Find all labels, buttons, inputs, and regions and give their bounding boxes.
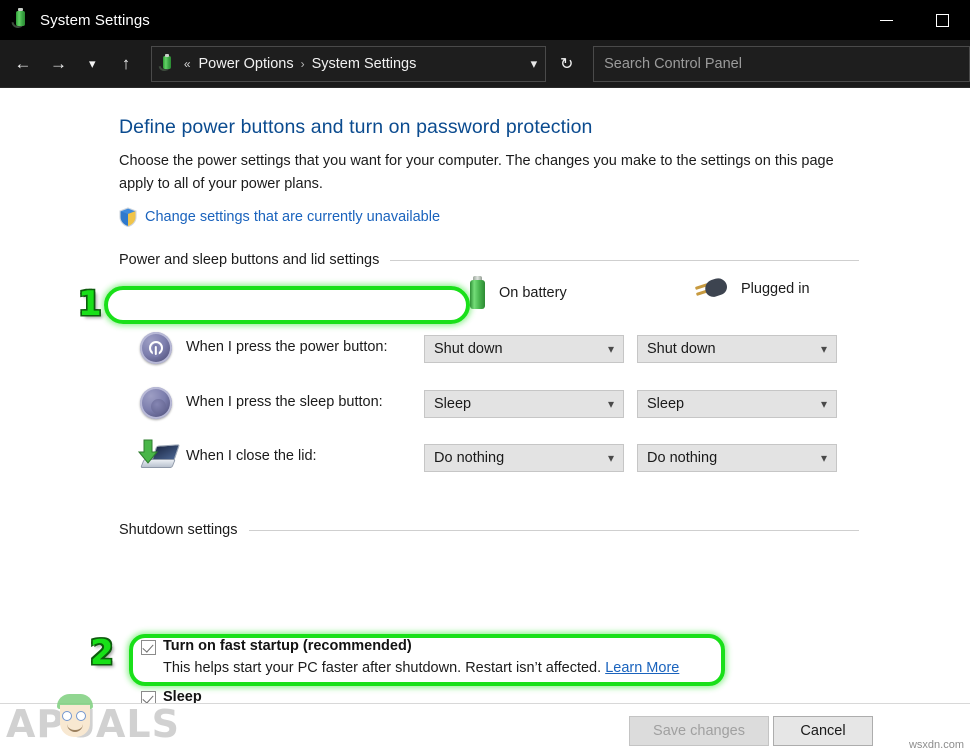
combo-sleep-button-on-battery[interactable]: Sleep ▾ — [424, 390, 624, 418]
page-description: Choose the power settings that you want … — [119, 150, 849, 196]
column-header-on-battery: On battery — [469, 276, 567, 310]
navigation-bar: ← → ▾ ↑ « Power Options › System Setting… — [0, 40, 970, 88]
breadcrumb-overflow-icon[interactable]: « — [184, 57, 191, 71]
row-label-sleep-button: When I press the sleep button: — [186, 394, 383, 410]
up-arrow-icon: ↑ — [122, 55, 131, 72]
checkbox-fast-startup[interactable] — [141, 640, 156, 655]
combo-close-lid-on-battery[interactable]: Do nothing ▾ — [424, 444, 624, 472]
shutdown-section-header: Shutdown settings — [119, 522, 859, 538]
chevron-down-icon: ▾ — [608, 451, 614, 465]
battery-icon — [469, 276, 486, 310]
minimize-button[interactable] — [858, 0, 914, 40]
save-changes-button[interactable]: Save changes — [629, 716, 769, 746]
checkbox-row-fast-startup: Turn on fast startup (recommended) This … — [141, 638, 970, 677]
chevron-down-icon: ▾ — [608, 397, 614, 411]
row-label-power-button: When I press the power button: — [186, 339, 388, 355]
admin-link-row[interactable]: Change settings that are currently unava… — [119, 205, 440, 229]
battery-plug-icon — [11, 10, 31, 30]
row-label-close-lid: When I close the lid: — [186, 448, 317, 464]
power-button-icon — [138, 330, 174, 366]
address-bar[interactable]: « Power Options › System Settings ▾ — [151, 46, 546, 82]
address-battery-plug-icon — [159, 55, 177, 73]
page-title: Define power buttons and turn on passwor… — [119, 116, 593, 139]
maximize-button[interactable] — [914, 0, 970, 40]
power-section-header-label: Power and sleep buttons and lid settings — [119, 252, 379, 268]
laptop-lid-icon — [138, 439, 174, 475]
column-header-plugged-in: Plugged in — [694, 276, 810, 302]
column-label-plugged-in: Plugged in — [741, 281, 810, 297]
forward-button[interactable]: → — [45, 46, 73, 82]
back-arrow-icon: ← — [14, 55, 31, 72]
down-arrow-icon — [138, 439, 158, 465]
refresh-button[interactable]: ↻ — [548, 46, 585, 82]
footer-bar: Save changes Cancel — [0, 703, 970, 755]
back-button[interactable]: ← — [9, 46, 37, 82]
combo-value: Do nothing — [434, 450, 504, 466]
combo-close-lid-plugged-in[interactable]: Do nothing ▾ — [637, 444, 837, 472]
combo-power-button-plugged-in[interactable]: Shut down ▾ — [637, 335, 837, 363]
setting-row-sleep-button: When I press the sleep button: Sleep ▾ S… — [0, 385, 970, 425]
chevron-down-icon: ▾ — [608, 342, 614, 356]
setting-row-close-lid: When I close the lid: Do nothing ▾ Do no… — [0, 439, 970, 479]
change-settings-link[interactable]: Change settings that are currently unava… — [145, 209, 440, 225]
recent-locations-button[interactable]: ▾ — [78, 46, 106, 82]
combo-value: Shut down — [434, 341, 503, 357]
learn-more-link[interactable]: Learn More — [605, 660, 679, 676]
fast-startup-description: This helps start your PC faster after sh… — [163, 660, 605, 676]
combo-value: Do nothing — [647, 450, 717, 466]
chevron-down-icon: ▾ — [821, 397, 827, 411]
chevron-down-icon: ▾ — [821, 451, 827, 465]
power-plug-icon — [694, 276, 728, 302]
address-dropdown-icon[interactable]: ▾ — [531, 56, 538, 72]
site-credit: wsxdn.com — [909, 739, 964, 751]
search-box[interactable] — [593, 46, 970, 82]
column-headers: On battery Plugged in — [0, 276, 970, 314]
breadcrumb-power-options[interactable]: Power Options — [199, 56, 294, 72]
shield-icon — [119, 207, 137, 227]
combo-value: Sleep — [647, 396, 684, 412]
breadcrumb-system-settings[interactable]: System Settings — [312, 56, 417, 72]
combo-sleep-button-plugged-in[interactable]: Sleep ▾ — [637, 390, 837, 418]
title-bar: System Settings — [0, 0, 970, 40]
minimize-icon — [880, 20, 893, 21]
column-label-on-battery: On battery — [499, 285, 567, 301]
checkbox-label-fast-startup: Turn on fast startup (recommended) — [163, 638, 412, 654]
sleep-button-icon — [138, 385, 174, 421]
annotation-marker-2: 2 — [90, 636, 114, 670]
setting-row-power-button: When I press the power button: Shut down… — [0, 330, 970, 370]
chevron-down-icon: ▾ — [89, 57, 96, 70]
content-area: Define power buttons and turn on passwor… — [0, 88, 970, 703]
search-input[interactable] — [594, 47, 969, 81]
forward-arrow-icon: → — [50, 55, 67, 72]
refresh-icon: ↻ — [560, 54, 573, 74]
system-settings-window: System Settings ← → ▾ ↑ — [0, 0, 970, 755]
combo-value: Shut down — [647, 341, 716, 357]
section-divider — [249, 530, 860, 531]
combo-power-button-on-battery[interactable]: Shut down ▾ — [424, 335, 624, 363]
section-divider — [390, 260, 859, 261]
up-button[interactable]: ↑ — [112, 46, 140, 82]
maximize-icon — [936, 14, 949, 27]
window-title: System Settings — [40, 12, 150, 29]
cancel-button[interactable]: Cancel — [773, 716, 873, 746]
window-controls — [858, 0, 970, 40]
chevron-down-icon: ▾ — [821, 342, 827, 356]
combo-value: Sleep — [434, 396, 471, 412]
breadcrumb-separator-icon: › — [301, 57, 305, 71]
shutdown-section-header-label: Shutdown settings — [119, 522, 238, 538]
power-section-header: Power and sleep buttons and lid settings — [119, 252, 859, 268]
